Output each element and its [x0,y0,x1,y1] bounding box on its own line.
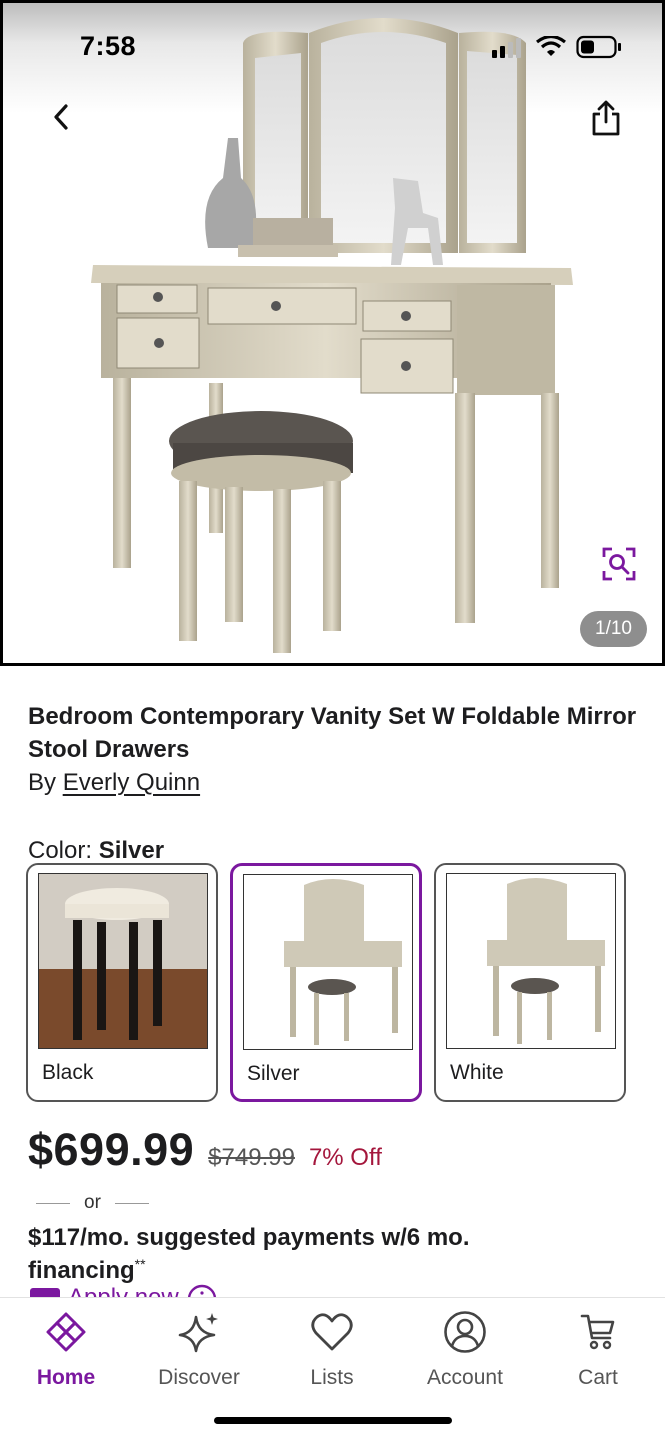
tab-discover[interactable]: Discover [144,1310,254,1390]
product-photo [91,18,573,653]
tab-label-home: Home [36,1366,96,1389]
tab-lists[interactable]: Lists [277,1310,387,1390]
tab-label-lists: Lists [310,1366,354,1389]
tab-label-account: Account [427,1366,503,1389]
color-label-text: Color: [28,837,93,864]
product-details: Bedroom Contemporary Vanity Set W Foldab… [28,700,640,865]
swatch-white[interactable]: White [434,863,626,1102]
info-icon [187,1284,216,1298]
price-row: $699.99 $749.99 7% Off [28,1124,382,1176]
tab-account[interactable]: Account [410,1310,520,1390]
share-button[interactable] [585,97,627,139]
sparkle-icon [177,1310,221,1354]
byline-prefix: By [28,769,57,796]
status-bar: 7:58 [3,3,662,83]
home-icon [44,1310,88,1354]
signal-icon [492,38,521,58]
visual-search-button[interactable] [599,544,639,584]
byline: By Everly Quinn [28,769,640,797]
divider-line [36,1202,70,1204]
financing-copy: $117/mo. suggested payments w/6 mo. fina… [28,1224,470,1284]
tab-label-discover: Discover [158,1366,240,1389]
swatch-label-silver: Silver [247,1062,300,1085]
status-icons [492,35,622,59]
account-icon [443,1310,487,1354]
chevron-left-icon [54,104,68,130]
or-text: or [84,1192,101,1213]
product-title: Bedroom Contemporary Vanity Set W Foldab… [28,703,637,763]
share-icon [592,100,620,136]
swatch-image-black [38,873,208,1049]
brand-link[interactable]: Everly Quinn [63,769,200,796]
visual-search-icon [602,547,636,581]
image-counter: 1/10 [580,611,647,647]
selected-color: Silver [98,837,165,864]
heart-icon [310,1310,354,1354]
product-image-gallery[interactable]: 7:58 1/10 [0,0,665,666]
back-button[interactable] [41,97,81,137]
swatch-image-white [446,873,616,1049]
color-swatches: Black Silver White [26,863,626,1102]
swatch-label-black: Black [42,1061,94,1084]
swatch-image-silver [243,874,413,1050]
status-time: 7:58 [80,31,137,61]
tab-cart[interactable]: Cart [543,1310,653,1390]
wifi-icon [536,36,566,56]
swatch-black[interactable]: Black [26,863,218,1102]
original-price: $749.99 [208,1144,295,1171]
color-label: Color: Silver [28,837,640,865]
or-divider: or [36,1192,149,1214]
swatch-label-white: White [450,1061,504,1084]
tab-home[interactable]: Home [11,1310,121,1390]
tab-label-cart: Cart [578,1366,618,1389]
divider-line [114,1202,149,1204]
apply-now-label: Apply now [68,1284,179,1298]
discount-badge: 7% Off [308,1144,382,1171]
cart-icon [576,1310,620,1354]
apply-now-link[interactable]: Apply now [30,1284,217,1298]
battery-icon [576,35,621,59]
financing-text: $117/mo. suggested payments w/6 mo. fina… [28,1224,588,1284]
swatch-silver[interactable]: Silver [230,863,422,1102]
sale-price: $699.99 [28,1124,195,1175]
financing-footnote-mark: ** [134,1256,146,1272]
home-indicator [214,1417,452,1424]
